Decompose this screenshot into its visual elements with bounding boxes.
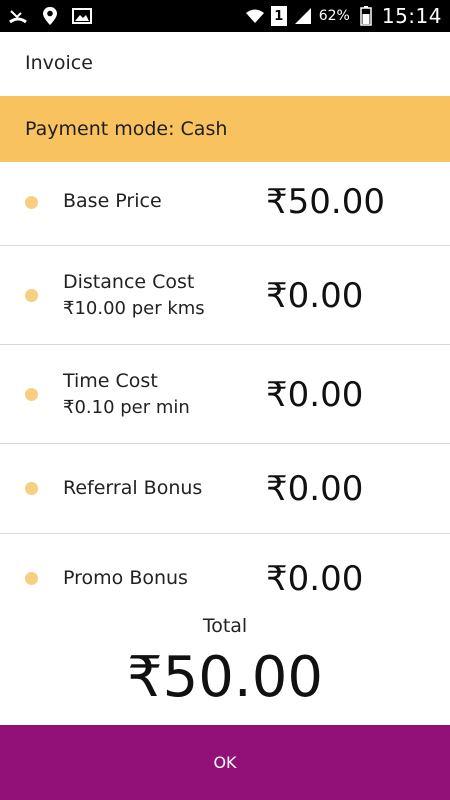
bullet-dot — [25, 572, 38, 585]
wifi-icon — [245, 6, 265, 26]
status-bar: 1 62% 15:14 — [0, 0, 450, 32]
row-sublabel: ₹10.00 per kms — [63, 298, 205, 319]
row-label: Distance Cost — [63, 271, 195, 293]
page-title: Invoice — [25, 52, 93, 74]
invoice-row-promo-bonus: Promo Bonus ₹0.00 — [0, 534, 450, 614]
invoice-row-time-cost: Time Cost ₹0.10 per min ₹0.00 — [0, 345, 450, 444]
bullet-dot — [25, 289, 38, 302]
bullet-dot — [25, 388, 38, 401]
invoice-row-referral-bonus: Referral Bonus ₹0.00 — [0, 444, 450, 534]
battery-percent: 62% — [318, 8, 350, 24]
row-amount: ₹0.00 — [266, 559, 364, 599]
row-amount: ₹0.00 — [266, 375, 364, 415]
total-amount: ₹50.00 — [127, 645, 323, 710]
row-amount: ₹50.00 — [266, 182, 385, 222]
row-label: Referral Bonus — [63, 477, 203, 499]
row-label: Time Cost — [63, 370, 158, 392]
missed-call-icon — [8, 6, 28, 26]
payment-mode-bar: Payment mode: Cash — [0, 96, 450, 162]
total-label: Total — [202, 615, 248, 637]
clock: 15:14 — [381, 4, 442, 28]
bullet-dot — [25, 482, 38, 495]
signal-icon — [293, 6, 313, 26]
ok-button[interactable]: OK — [0, 725, 450, 800]
payment-mode-text: Payment mode: Cash — [25, 118, 228, 140]
row-amount: ₹0.00 — [266, 276, 364, 316]
sim-1-icon: 1 — [270, 6, 287, 26]
row-label: Promo Bonus — [63, 567, 188, 589]
invoice-row-distance-cost: Distance Cost ₹10.00 per kms ₹0.00 — [0, 246, 450, 345]
row-sublabel: ₹0.10 per min — [63, 397, 190, 418]
location-pin-icon — [40, 6, 60, 26]
row-amount: ₹0.00 — [266, 469, 364, 509]
title-bar: Invoice — [0, 32, 450, 94]
invoice-row-base-price: Base Price ₹50.00 — [0, 162, 450, 246]
image-icon — [72, 6, 92, 26]
row-label: Base Price — [63, 190, 162, 212]
battery-icon — [356, 6, 376, 26]
bullet-dot — [25, 196, 38, 209]
